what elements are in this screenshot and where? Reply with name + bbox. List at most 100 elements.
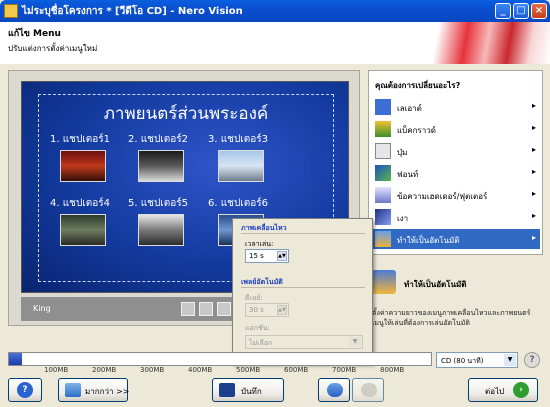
chevron-right-icon: ▸ [531, 167, 536, 176]
change-options-panel: คุณต้องการเปลี่ยนอะไร? เลเอาต์ ▸ แบ็คกรา… [368, 70, 543, 255]
chapter-2-label[interactable]: 2. แชปเตอร์2 [128, 132, 188, 147]
redo-icon [361, 383, 377, 397]
close-button[interactable]: × [531, 3, 547, 19]
group-divider [241, 233, 365, 234]
chevron-right-icon: ▸ [531, 101, 536, 110]
window-title: ไม่ระบุชื่อโครงการ * [วีดีโอ CD] - Nero … [22, 6, 243, 17]
capacity-tick-label: 200MB [92, 366, 117, 374]
chevron-right-icon: ▸ [531, 211, 536, 220]
next-button[interactable]: ต่อไป › [468, 378, 538, 402]
chevron-down-icon[interactable]: ▼ [504, 354, 516, 366]
capacity-help-icon[interactable]: ? [524, 352, 540, 368]
title-bar: ไม่ระบุชื่อโครงการ * [วีดีโอ CD] - Nero … [0, 0, 550, 22]
shadow-icon [375, 209, 391, 225]
option-shadow[interactable]: เงา ▸ [373, 207, 540, 227]
duration-value: 15 s [249, 252, 264, 260]
header-footer-icon [375, 187, 391, 203]
chapter-1-label[interactable]: 1. แชปเตอร์1 [50, 132, 110, 147]
capacity-tick-label: 500MB [236, 366, 261, 374]
next-icon[interactable] [217, 302, 231, 316]
save-disk-icon [219, 383, 235, 397]
help-button[interactable]: ? [8, 378, 42, 402]
option-button[interactable]: ปุ่ม ▸ [373, 141, 540, 161]
option-header-footer[interactable]: ข้อความเฮดเดอร์/ฟุตเตอร์ ▸ [373, 185, 540, 205]
panel-title: คุณต้องการเปลี่ยนอะไร? [375, 81, 461, 90]
media-type-value: CD (80 นาที) [441, 357, 484, 365]
undo-button[interactable] [318, 378, 350, 402]
capacity-tick-label: 700MB [332, 366, 357, 374]
option-label: แบ็คกราวด์ [397, 126, 436, 135]
autoplay-icon [375, 231, 391, 247]
action-dropdown[interactable]: ไม่เลือก ▼ [245, 335, 363, 349]
page-title: แก้ไข Menu [8, 29, 61, 39]
chapter-2-thumbnail[interactable] [138, 150, 184, 182]
menu-title[interactable]: ภาพยนตร์ส่วนพระองค์ [22, 100, 350, 127]
wait-value: 30 s [249, 306, 264, 314]
option-autoplay[interactable]: ทำให้เป็นอัตโนมัติ ▸ [373, 229, 540, 249]
chevron-right-icon: ▸ [531, 189, 536, 198]
chapter-5-label[interactable]: 5. แชปเตอร์5 [128, 196, 188, 211]
more-button[interactable]: มากกว่า >> [58, 378, 130, 402]
more-label: มากกว่า >> [85, 387, 130, 396]
option-layout[interactable]: เลเอาต์ ▸ [373, 97, 540, 117]
option-background[interactable]: แบ็คกราวด์ ▸ [373, 119, 540, 139]
chapter-4-thumbnail[interactable] [60, 214, 106, 246]
chapter-1-thumbnail[interactable] [60, 150, 106, 182]
page-subtitle: ปรับแต่งการตั้งค่าเมนูใหม่ [8, 44, 98, 53]
duration-spinner[interactable]: 15 s ▲▼ [245, 249, 289, 263]
control-bar-label: King [33, 304, 51, 313]
play-icon[interactable] [199, 302, 213, 316]
button-icon [375, 143, 391, 159]
wait-spinner[interactable]: 30 s ▲▼ [245, 303, 289, 317]
previous-icon[interactable] [181, 302, 195, 316]
capacity-tick-label: 100MB [44, 366, 69, 374]
capacity-tick-label: 300MB [140, 366, 165, 374]
capacity-tick-label: 800MB [380, 366, 405, 374]
background-icon [375, 121, 391, 137]
autoplay-large-icon [372, 270, 396, 294]
autoplay-popup: ภาพเคลื่อนไหว เวลาเล่น: 15 s ▲▼ เพลย์อัต… [232, 218, 373, 364]
autoplay-title: ทำให้เป็นอัตโนมัติ [404, 280, 467, 289]
chapter-3-label[interactable]: 3. แชปเตอร์3 [208, 132, 268, 147]
chapter-4-label[interactable]: 4. แชปเตอร์4 [50, 196, 110, 211]
more-icon [65, 383, 81, 397]
spinner-arrows-icon[interactable]: ▲▼ [277, 251, 287, 261]
chevron-down-icon[interactable]: ▼ [349, 337, 361, 347]
option-label: ฟอนท์ [397, 170, 419, 179]
spinner-arrows-icon[interactable]: ▲▼ [277, 305, 287, 315]
layout-icon [375, 99, 391, 115]
undo-icon [327, 383, 343, 397]
disc-capacity-bar [8, 352, 432, 366]
header-decoration [410, 22, 550, 64]
next-label: ต่อไป [485, 387, 505, 396]
save-button[interactable]: บันทึก [212, 378, 284, 402]
action-value: ไม่เลือก [249, 339, 273, 347]
font-icon [375, 165, 391, 181]
help-icon: ? [17, 382, 33, 398]
chapter-6-label[interactable]: 6. แชปเตอร์6 [208, 196, 268, 211]
chapter-5-thumbnail[interactable] [138, 214, 184, 246]
autoplay-description: ทำให้เป็นอัตโนมัติ ตั้งค่าความยาวของเมนู… [368, 264, 543, 334]
app-icon [4, 4, 18, 18]
capacity-tick-label: 400MB [188, 366, 213, 374]
action-label: แอกชัน: [245, 324, 270, 332]
chevron-right-icon: ▸ [531, 145, 536, 154]
redo-button[interactable] [352, 378, 384, 402]
save-label: บันทึก [241, 387, 262, 396]
group-divider [241, 287, 365, 288]
autoplay-text: ตั้งค่าความยาวของเมนูภาพเคลื่อนไหวและภาพ… [372, 309, 531, 327]
option-label: เลเอาต์ [397, 104, 422, 113]
option-label: ทำให้เป็นอัตโนมัติ [397, 236, 460, 245]
chapter-3-thumbnail[interactable] [218, 150, 264, 182]
option-font[interactable]: ฟอนท์ ▸ [373, 163, 540, 183]
page-header: แก้ไข Menu ปรับแต่งการตั้งค่าเมนูใหม่ [0, 22, 550, 64]
media-type-select[interactable]: CD (80 นาที) ▼ [436, 352, 518, 368]
chevron-right-icon: ▸ [531, 233, 536, 242]
next-arrow-icon: › [513, 382, 529, 398]
option-label: ปุ่ม [397, 148, 408, 157]
maximize-button[interactable]: □ [513, 3, 529, 19]
option-label: เงา [397, 214, 409, 223]
chevron-right-icon: ▸ [531, 123, 536, 132]
minimize-button[interactable]: _ [495, 3, 511, 19]
capacity-used-fill [9, 353, 22, 365]
